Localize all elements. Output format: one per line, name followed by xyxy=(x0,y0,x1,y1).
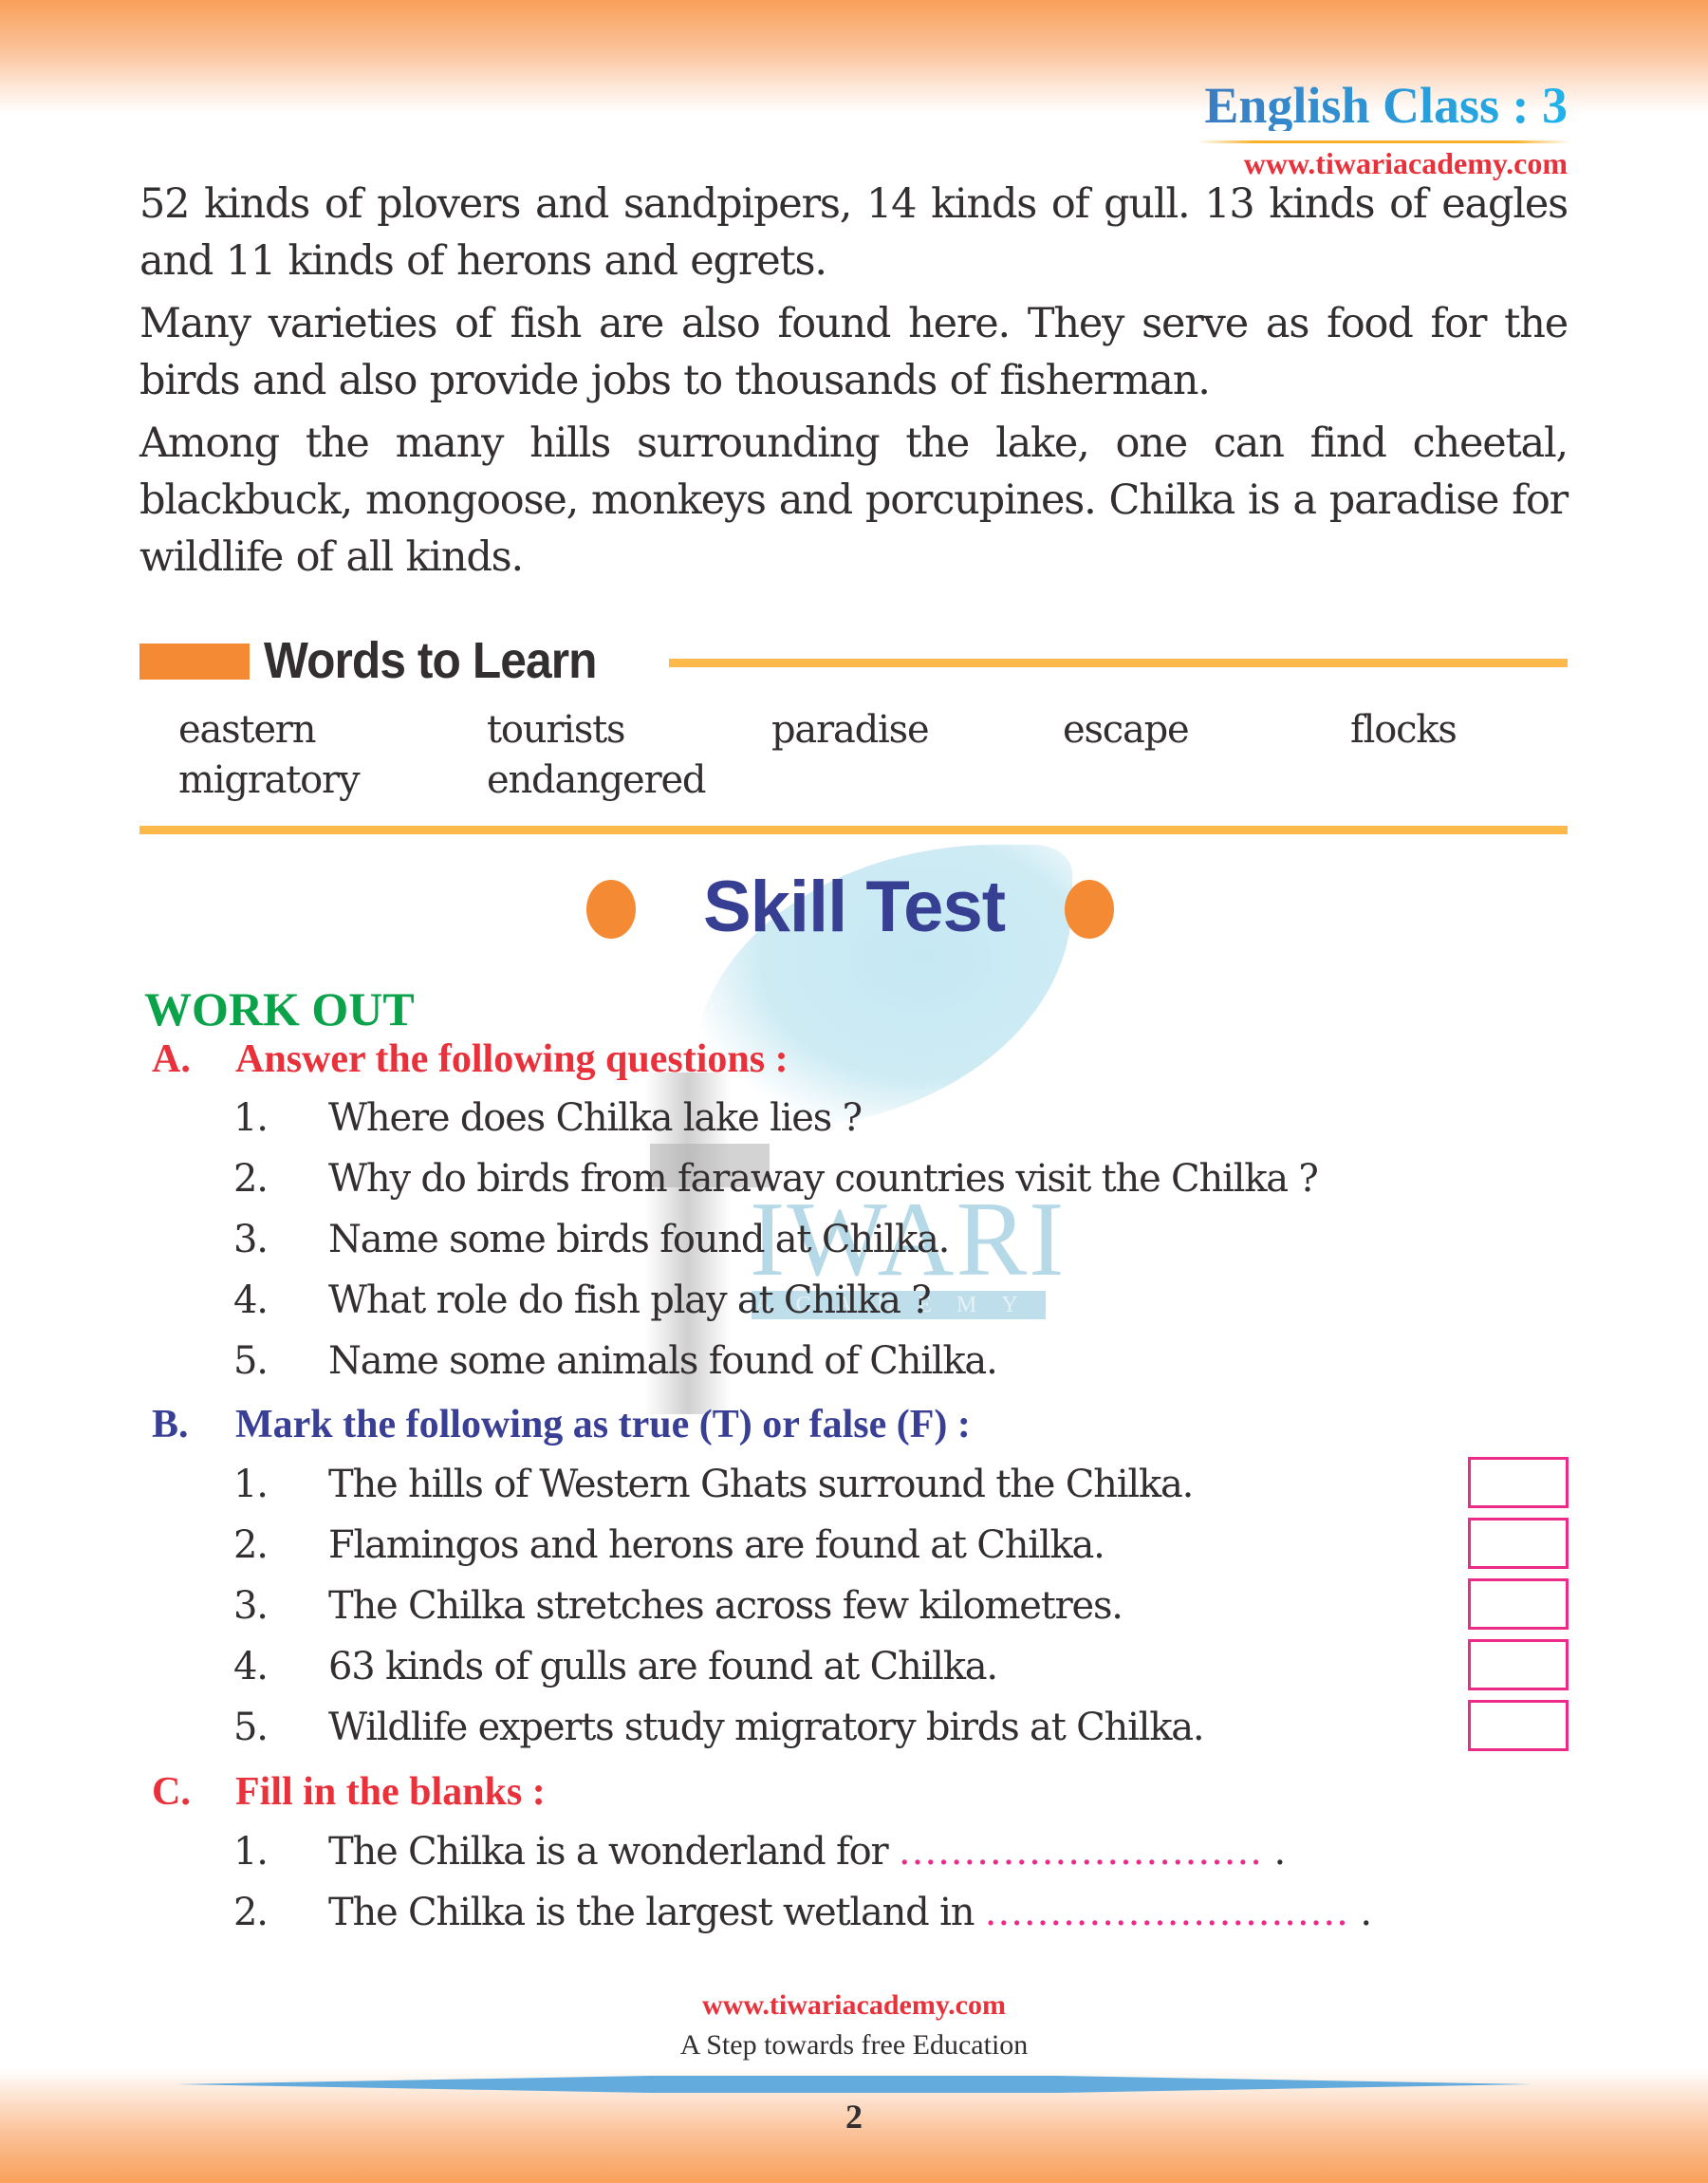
item-text: What role do fish play at Chilka ? xyxy=(328,1278,932,1322)
answer-box[interactable] xyxy=(1468,1700,1569,1751)
question-item: 1. Where does Chilka lake lies ? xyxy=(233,1093,863,1143)
section-letter: A. xyxy=(152,1037,191,1081)
item-number: 2. xyxy=(233,1523,269,1567)
vocab-word: eastern xyxy=(178,708,316,752)
answer-box[interactable] xyxy=(1468,1518,1569,1569)
question-item: 3. Name some birds found at Chilka. xyxy=(233,1215,950,1264)
item-number: 2. xyxy=(233,1157,269,1201)
vocab-word: migratory xyxy=(178,758,361,802)
section-a-heading: A. Answer the following questions : xyxy=(152,1035,789,1084)
heading-marker xyxy=(139,644,250,680)
item-number: 3. xyxy=(233,1218,269,1261)
page-number: 2 xyxy=(845,2098,863,2136)
true-false-item: 2. Flamingos and herons are found at Chil… xyxy=(233,1521,1105,1570)
skill-test-title: Skill Test xyxy=(702,867,1006,947)
footer-tagline: A Step towards free Education xyxy=(679,2029,1029,2061)
item-number: 4. xyxy=(233,1278,269,1322)
item-end: . xyxy=(1360,1891,1372,1934)
question-item: 4. What role do fish play at Chilka ? xyxy=(233,1276,932,1325)
item-text: Name some animals found of Chilka. xyxy=(328,1339,998,1383)
fill-blank-item: 1. The Chilka is a wonderland for .......… xyxy=(233,1827,1286,1876)
footer-url-link[interactable]: www.tiwariacademy.com xyxy=(0,1987,1708,2024)
item-text: The Chilka is the largest wetland in xyxy=(328,1891,975,1934)
blank-field[interactable]: ............................ xyxy=(985,1891,1349,1934)
item-number: 1. xyxy=(233,1096,269,1140)
item-text: Flamingos and herons are found at Chilka… xyxy=(328,1523,1105,1567)
item-text: The Chilka stretches across few kilometr… xyxy=(328,1584,1123,1628)
true-false-item: 3. The Chilka stretches across few kilome… xyxy=(233,1581,1123,1631)
item-text: 63 kinds of gulls are found at Chilka. xyxy=(328,1645,998,1689)
item-number: 1. xyxy=(233,1463,269,1506)
blank-field[interactable]: ............................ xyxy=(899,1830,1263,1874)
item-number: 4. xyxy=(233,1645,269,1689)
bullet-dot-icon xyxy=(1065,880,1114,939)
item-number: 3. xyxy=(233,1584,269,1628)
item-number: 2. xyxy=(233,1891,269,1934)
answer-box[interactable] xyxy=(1468,1578,1569,1630)
section-title: Mark the following as true (T) or false … xyxy=(235,1403,971,1446)
passage-paragraph: Among the many hills surrounding the lak… xyxy=(139,420,1569,581)
true-false-item: 1. The hills of Western Ghats surround th… xyxy=(233,1460,1194,1509)
work-out-heading: WORK OUT xyxy=(144,982,415,1036)
header-divider xyxy=(1197,140,1570,143)
section-c-heading: C. Fill in the blanks : xyxy=(152,1767,546,1817)
question-item: 2. Why do birds from faraway countries vi… xyxy=(233,1154,1319,1203)
item-text: The Chilka is a wonderland for xyxy=(328,1830,889,1874)
question-item: 5. Name some animals found of Chilka. xyxy=(233,1336,998,1386)
vocab-word: endangered xyxy=(487,758,707,802)
item-number: 5. xyxy=(233,1706,269,1749)
section-title: Fill in the blanks : xyxy=(235,1770,546,1814)
answer-box[interactable] xyxy=(1468,1639,1569,1690)
true-false-item: 4. 63 kinds of gulls are found at Chilka. xyxy=(233,1642,998,1691)
item-end: . xyxy=(1273,1830,1286,1874)
section-letter: C. xyxy=(152,1770,191,1814)
vocab-word: escape xyxy=(1063,708,1190,752)
answer-box[interactable] xyxy=(1468,1457,1569,1508)
class-title: English Class : 3 xyxy=(1204,77,1568,134)
item-number: 5. xyxy=(233,1339,269,1383)
item-text: Why do birds from faraway countries visi… xyxy=(328,1157,1319,1201)
heading-rule xyxy=(669,659,1568,667)
passage-paragraph: Many varieties of fish are also found he… xyxy=(139,300,1569,404)
item-number: 1. xyxy=(233,1830,269,1874)
section-b-heading: B. Mark the following as true (T) or fals… xyxy=(152,1400,971,1449)
section-title: Answer the following questions : xyxy=(235,1037,789,1081)
vocab-word: flocks xyxy=(1350,708,1457,752)
item-text: Wildlife experts study migratory birds a… xyxy=(328,1706,1205,1749)
passage-paragraph: 52 kinds of plovers and sandpipers, 14 k… xyxy=(139,180,1569,285)
vocab-word: paradise xyxy=(771,708,930,752)
section-divider xyxy=(139,826,1568,834)
item-text: The hills of Western Ghats surround the … xyxy=(328,1463,1194,1506)
item-text: Name some birds found at Chilka. xyxy=(328,1218,950,1261)
true-false-item: 5. Wildlife experts study migratory birds… xyxy=(233,1703,1205,1752)
words-to-learn-heading: Words to Learn xyxy=(264,632,597,689)
vocab-word: tourists xyxy=(487,708,626,752)
fill-blank-item: 2. The Chilka is the largest wetland in .… xyxy=(233,1888,1372,1937)
header-url-link[interactable]: www.tiwariacademy.com xyxy=(1244,148,1568,178)
section-letter: B. xyxy=(152,1403,189,1446)
item-text: Where does Chilka lake lies ? xyxy=(328,1096,863,1140)
